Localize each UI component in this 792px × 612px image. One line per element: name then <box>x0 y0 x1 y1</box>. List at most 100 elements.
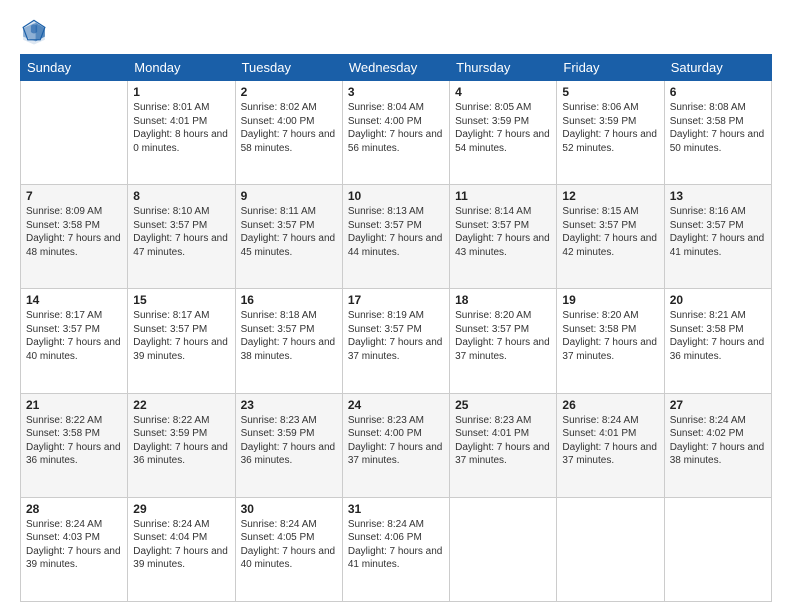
cell-info: Sunrise: 8:16 AM Sunset: 3:57 PM Dayligh… <box>670 205 766 259</box>
cell-info: Sunrise: 8:22 AM Sunset: 3:58 PM Dayligh… <box>26 414 122 468</box>
day-number: 13 <box>670 189 766 203</box>
calendar-cell: 9 Sunrise: 8:11 AM Sunset: 3:57 PM Daylig… <box>235 185 342 289</box>
day-number: 7 <box>26 189 122 203</box>
cell-info: Sunrise: 8:20 AM Sunset: 3:58 PM Dayligh… <box>562 309 658 363</box>
calendar-cell: 23 Sunrise: 8:23 AM Sunset: 3:59 PM Dayli… <box>235 393 342 497</box>
cell-info: Sunrise: 8:05 AM Sunset: 3:59 PM Dayligh… <box>455 101 551 155</box>
calendar-week-row: 21 Sunrise: 8:22 AM Sunset: 3:58 PM Dayli… <box>21 393 772 497</box>
calendar-cell <box>557 497 664 601</box>
cell-info: Sunrise: 8:14 AM Sunset: 3:57 PM Dayligh… <box>455 205 551 259</box>
cell-info: Sunrise: 8:13 AM Sunset: 3:57 PM Dayligh… <box>348 205 444 259</box>
calendar-cell: 8Sunrise: 8:10 AM Sunset: 3:57 PM Daylig… <box>128 185 235 289</box>
cell-info: Sunrise: 8:17 AM Sunset: 3:57 PM Dayligh… <box>26 309 122 363</box>
day-number: 24 <box>348 398 444 412</box>
calendar-cell <box>664 497 771 601</box>
cell-info: Sunrise: 8:24 AM Sunset: 4:03 PM Dayligh… <box>26 518 122 572</box>
day-number: 31 <box>348 502 444 516</box>
cell-info: Sunrise: 8:17 AM Sunset: 3:57 PM Dayligh… <box>133 309 229 363</box>
cell-info: Sunrise: 8:04 AM Sunset: 4:00 PM Dayligh… <box>348 101 444 155</box>
day-number: 28 <box>26 502 122 516</box>
calendar-cell: 17Sunrise: 8:19 AM Sunset: 3:57 PM Dayli… <box>342 289 449 393</box>
day-number: 19 <box>562 293 658 307</box>
cell-info: Sunrise: 8:24 AM Sunset: 4:05 PM Dayligh… <box>241 518 337 572</box>
calendar-cell: 22 Sunrise: 8:22 AM Sunset: 3:59 PM Dayli… <box>128 393 235 497</box>
calendar-cell: 26 Sunrise: 8:24 AM Sunset: 4:01 PM Dayli… <box>557 393 664 497</box>
day-number: 17 <box>348 293 444 307</box>
cell-info: Sunrise: 8:24 AM Sunset: 4:02 PM Dayligh… <box>670 414 766 468</box>
cell-info: Sunrise: 8:15 AM Sunset: 3:57 PM Dayligh… <box>562 205 658 259</box>
day-number: 14 <box>26 293 122 307</box>
day-number: 30 <box>241 502 337 516</box>
day-number: 3 <box>348 85 444 99</box>
cell-info: Sunrise: 8:20 AM Sunset: 3:57 PM Dayligh… <box>455 309 551 363</box>
cell-info: Sunrise: 8:24 AM Sunset: 4:06 PM Dayligh… <box>348 518 444 572</box>
page-header <box>20 18 772 46</box>
cell-info: Sunrise: 8:23 AM Sunset: 4:01 PM Dayligh… <box>455 414 551 468</box>
calendar-cell: 20 Sunrise: 8:21 AM Sunset: 3:58 PM Dayli… <box>664 289 771 393</box>
day-number: 21 <box>26 398 122 412</box>
day-number: 10 <box>348 189 444 203</box>
logo <box>20 18 52 46</box>
calendar-cell: 29 Sunrise: 8:24 AM Sunset: 4:04 PM Dayli… <box>128 497 235 601</box>
calendar-week-row: 1 Sunrise: 8:01 AM Sunset: 4:01 PM Daylig… <box>21 81 772 185</box>
calendar-cell: 15 Sunrise: 8:17 AM Sunset: 3:57 PM Dayli… <box>128 289 235 393</box>
calendar-cell: 21 Sunrise: 8:22 AM Sunset: 3:58 PM Dayli… <box>21 393 128 497</box>
cell-info: Sunrise: 8:06 AM Sunset: 3:59 PM Dayligh… <box>562 101 658 155</box>
day-number: 2 <box>241 85 337 99</box>
day-number: 23 <box>241 398 337 412</box>
cell-info: Sunrise: 8:23 AM Sunset: 3:59 PM Dayligh… <box>241 414 337 468</box>
weekday-header-thursday: Thursday <box>450 55 557 81</box>
day-number: 25 <box>455 398 551 412</box>
calendar-cell: 18Sunrise: 8:20 AM Sunset: 3:57 PM Dayli… <box>450 289 557 393</box>
day-number: 16 <box>241 293 337 307</box>
calendar-week-row: 7Sunrise: 8:09 AM Sunset: 3:58 PM Daylig… <box>21 185 772 289</box>
day-number: 15 <box>133 293 229 307</box>
calendar-cell: 19 Sunrise: 8:20 AM Sunset: 3:58 PM Dayli… <box>557 289 664 393</box>
calendar-cell: 7Sunrise: 8:09 AM Sunset: 3:58 PM Daylig… <box>21 185 128 289</box>
calendar-cell: 14 Sunrise: 8:17 AM Sunset: 3:57 PM Dayli… <box>21 289 128 393</box>
calendar-cell: 24 Sunrise: 8:23 AM Sunset: 4:00 PM Dayli… <box>342 393 449 497</box>
cell-info: Sunrise: 8:23 AM Sunset: 4:00 PM Dayligh… <box>348 414 444 468</box>
calendar-table: SundayMondayTuesdayWednesdayThursdayFrid… <box>20 54 772 602</box>
calendar-cell: 16Sunrise: 8:18 AM Sunset: 3:57 PM Dayli… <box>235 289 342 393</box>
cell-info: Sunrise: 8:24 AM Sunset: 4:01 PM Dayligh… <box>562 414 658 468</box>
calendar-page: SundayMondayTuesdayWednesdayThursdayFrid… <box>0 0 792 612</box>
calendar-cell: 12Sunrise: 8:15 AM Sunset: 3:57 PM Dayli… <box>557 185 664 289</box>
day-number: 26 <box>562 398 658 412</box>
day-number: 29 <box>133 502 229 516</box>
weekday-header-sunday: Sunday <box>21 55 128 81</box>
logo-icon <box>20 18 48 46</box>
day-number: 22 <box>133 398 229 412</box>
day-number: 27 <box>670 398 766 412</box>
calendar-cell: 13 Sunrise: 8:16 AM Sunset: 3:57 PM Dayli… <box>664 185 771 289</box>
calendar-week-row: 28 Sunrise: 8:24 AM Sunset: 4:03 PM Dayli… <box>21 497 772 601</box>
cell-info: Sunrise: 8:24 AM Sunset: 4:04 PM Dayligh… <box>133 518 229 572</box>
calendar-cell: 5Sunrise: 8:06 AM Sunset: 3:59 PM Daylig… <box>557 81 664 185</box>
calendar-cell: 27 Sunrise: 8:24 AM Sunset: 4:02 PM Dayli… <box>664 393 771 497</box>
calendar-week-row: 14 Sunrise: 8:17 AM Sunset: 3:57 PM Dayli… <box>21 289 772 393</box>
calendar-cell: 28 Sunrise: 8:24 AM Sunset: 4:03 PM Dayli… <box>21 497 128 601</box>
day-number: 1 <box>133 85 229 99</box>
weekday-header-wednesday: Wednesday <box>342 55 449 81</box>
calendar-cell: 10 Sunrise: 8:13 AM Sunset: 3:57 PM Dayli… <box>342 185 449 289</box>
cell-info: Sunrise: 8:11 AM Sunset: 3:57 PM Dayligh… <box>241 205 337 259</box>
calendar-cell <box>450 497 557 601</box>
day-number: 20 <box>670 293 766 307</box>
calendar-cell: 2 Sunrise: 8:02 AM Sunset: 4:00 PM Daylig… <box>235 81 342 185</box>
cell-info: Sunrise: 8:21 AM Sunset: 3:58 PM Dayligh… <box>670 309 766 363</box>
calendar-cell <box>21 81 128 185</box>
day-number: 11 <box>455 189 551 203</box>
day-number: 9 <box>241 189 337 203</box>
weekday-header-row: SundayMondayTuesdayWednesdayThursdayFrid… <box>21 55 772 81</box>
cell-info: Sunrise: 8:02 AM Sunset: 4:00 PM Dayligh… <box>241 101 337 155</box>
calendar-cell: 1 Sunrise: 8:01 AM Sunset: 4:01 PM Daylig… <box>128 81 235 185</box>
cell-info: Sunrise: 8:22 AM Sunset: 3:59 PM Dayligh… <box>133 414 229 468</box>
calendar-cell: 30 Sunrise: 8:24 AM Sunset: 4:05 PM Dayli… <box>235 497 342 601</box>
weekday-header-friday: Friday <box>557 55 664 81</box>
calendar-cell: 4 Sunrise: 8:05 AM Sunset: 3:59 PM Daylig… <box>450 81 557 185</box>
calendar-cell: 31 Sunrise: 8:24 AM Sunset: 4:06 PM Dayli… <box>342 497 449 601</box>
day-number: 8 <box>133 189 229 203</box>
cell-info: Sunrise: 8:01 AM Sunset: 4:01 PM Dayligh… <box>133 101 229 155</box>
weekday-header-saturday: Saturday <box>664 55 771 81</box>
day-number: 4 <box>455 85 551 99</box>
